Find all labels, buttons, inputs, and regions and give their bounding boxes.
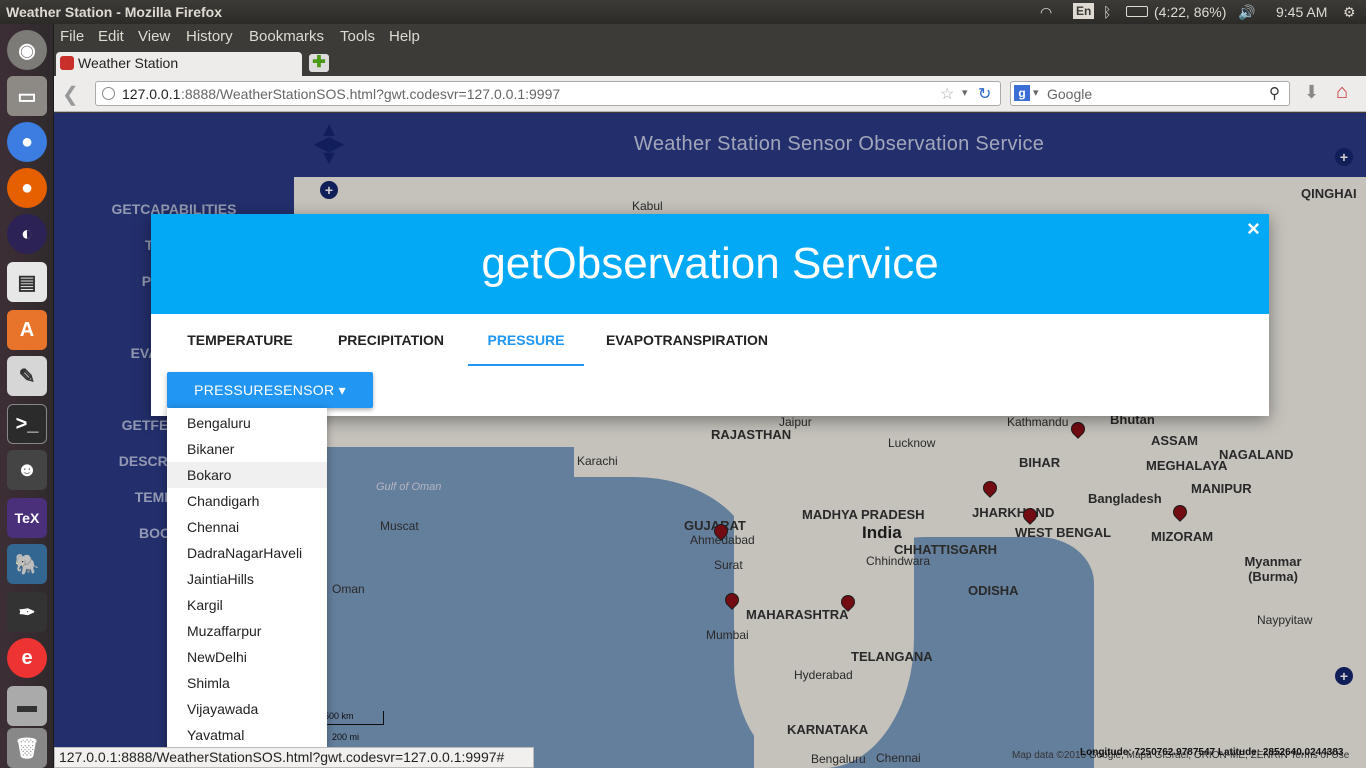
option-jaintiahills[interactable]: JaintiaHills [167,566,327,592]
bookmark-star-icon[interactable]: ☆ [940,84,954,104]
menu-view[interactable]: View [138,28,170,45]
search-icon[interactable]: ⚲ [1269,84,1280,102]
texmaker-icon[interactable]: TeX [7,498,47,538]
menu-help[interactable]: Help [389,28,420,45]
status-bar: 127.0.0.1:8888/WeatherStationSOS.html?gw… [54,747,534,768]
terminal-icon[interactable]: >_ [7,404,47,444]
menu-bar: File Edit View History Bookmarks Tools H… [54,24,1366,50]
option-chennai[interactable]: Chennai [167,514,327,540]
url-path: :8888/WeatherStationSOS.html?gwt.codesvr… [181,86,561,102]
battery-status[interactable]: (4:22, 86%) [1154,4,1226,20]
search-bar[interactable]: g ▾ Google ⚲ [1010,81,1290,106]
sensor-dropdown-menu: Bengaluru Bikaner Bokaro Chandigarh Chen… [167,408,327,768]
text-editor-icon[interactable]: ✎ [7,356,47,396]
settings-gear-icon[interactable]: ⚙ [1343,4,1356,21]
files-icon[interactable]: ▭ [7,76,47,116]
site-identity-icon[interactable] [102,87,115,100]
get-observation-dialog: getObservation Service × TEMPERATURE PRE… [151,214,1269,416]
option-bengaluru[interactable]: Bengaluru [167,410,327,436]
mouse-position: Longitude: 7250762.9787547 Latitude: 285… [1080,747,1344,758]
favicon-icon [60,56,74,70]
search-placeholder: Google [1047,86,1093,102]
ubuntu-dash-icon[interactable]: ◉ [7,30,47,70]
web-page: Weather Station Sensor Observation Servi… [54,113,1366,768]
option-bokaro[interactable]: Bokaro [167,462,327,488]
postgresql-icon[interactable]: 🐘 [7,544,47,584]
reload-icon[interactable]: ↻ [978,84,991,104]
url-host: 127.0.0.1 [122,86,181,102]
menu-file[interactable]: File [60,28,84,45]
clock[interactable]: 9:45 AM [1276,4,1327,20]
option-bikaner[interactable]: Bikaner [167,436,327,462]
back-icon[interactable]: ❮ [62,82,79,107]
menu-history[interactable]: History [186,28,233,45]
menu-tools[interactable]: Tools [340,28,375,45]
tab-evapotranspiration[interactable]: EVAPOTRANSPIRATION [601,314,773,366]
keyboard-indicator[interactable]: En [1073,3,1095,19]
pen-tool-icon[interactable]: ✒ [7,592,47,632]
menu-edit[interactable]: Edit [98,28,124,45]
url-bar[interactable]: 127.0.0.1 :8888/WeatherStationSOS.html?g… [95,81,1001,106]
browser-tab[interactable]: Weather Station [56,52,302,76]
tab-temperature[interactable]: TEMPERATURE [171,314,309,366]
option-shimla[interactable]: Shimla [167,670,327,696]
option-chandigarh[interactable]: Chandigarh [167,488,327,514]
google-engine-icon[interactable]: g [1014,85,1030,101]
disk-icon[interactable]: ▬ [7,686,47,726]
volume-icon[interactable]: 🔊 [1238,4,1255,21]
download-icon[interactable]: ⬇ [1304,82,1319,103]
close-icon[interactable]: × [1247,216,1260,242]
new-tab-button[interactable]: ✚ [309,54,329,72]
document-viewer-icon[interactable]: ▤ [7,262,47,302]
battery-icon[interactable] [1126,6,1148,17]
option-dadranagarhaveli[interactable]: DadraNagarHaveli [167,540,327,566]
window-title: Weather Station - Mozilla Firefox [6,4,222,20]
option-muzaffarpur[interactable]: Muzaffarpur [167,618,327,644]
pressure-sensor-dropdown[interactable]: PRESSURESENSOR ▾ [167,372,373,408]
wifi-icon[interactable]: ◠ [1040,4,1052,21]
chevron-down-icon[interactable]: ▾ [962,86,968,99]
software-center-icon[interactable]: A [7,310,47,350]
tab-pressure[interactable]: PRESSURE [468,314,584,366]
engine-chevron-icon[interactable]: ▾ [1033,86,1039,99]
option-newdelhi[interactable]: NewDelhi [167,644,327,670]
home-icon[interactable]: ⌂ [1336,81,1348,104]
hardinfo-icon[interactable]: ☻ [7,450,47,490]
firefox-icon[interactable]: ● [7,168,47,208]
option-kargil[interactable]: Kargil [167,592,327,618]
eclipse-icon[interactable]: ◐ [7,214,47,254]
trash-icon[interactable]: 🗑 [7,728,47,768]
system-top-panel: Weather Station - Mozilla Firefox ◠ En ᛒ… [0,0,1366,24]
dialog-title: getObservation Service [151,214,1269,314]
option-vijayawada[interactable]: Vijayawada [167,696,327,722]
chrome-icon[interactable]: ● [7,122,47,162]
tab-precipitation[interactable]: PRECIPITATION [325,314,457,366]
eclipse-alt-icon[interactable]: e [7,638,47,678]
tab-title: Weather Station [78,55,179,71]
unity-launcher: ◉ ▭ ● ● ◐ ▤ A ✎ >_ ☻ TeX 🐘 ✒ e ▬ 🗑 [0,24,54,768]
menu-bookmarks[interactable]: Bookmarks [249,28,324,45]
option-yavatmal[interactable]: Yavatmal [167,722,327,748]
bluetooth-icon[interactable]: ᛒ [1103,4,1111,20]
